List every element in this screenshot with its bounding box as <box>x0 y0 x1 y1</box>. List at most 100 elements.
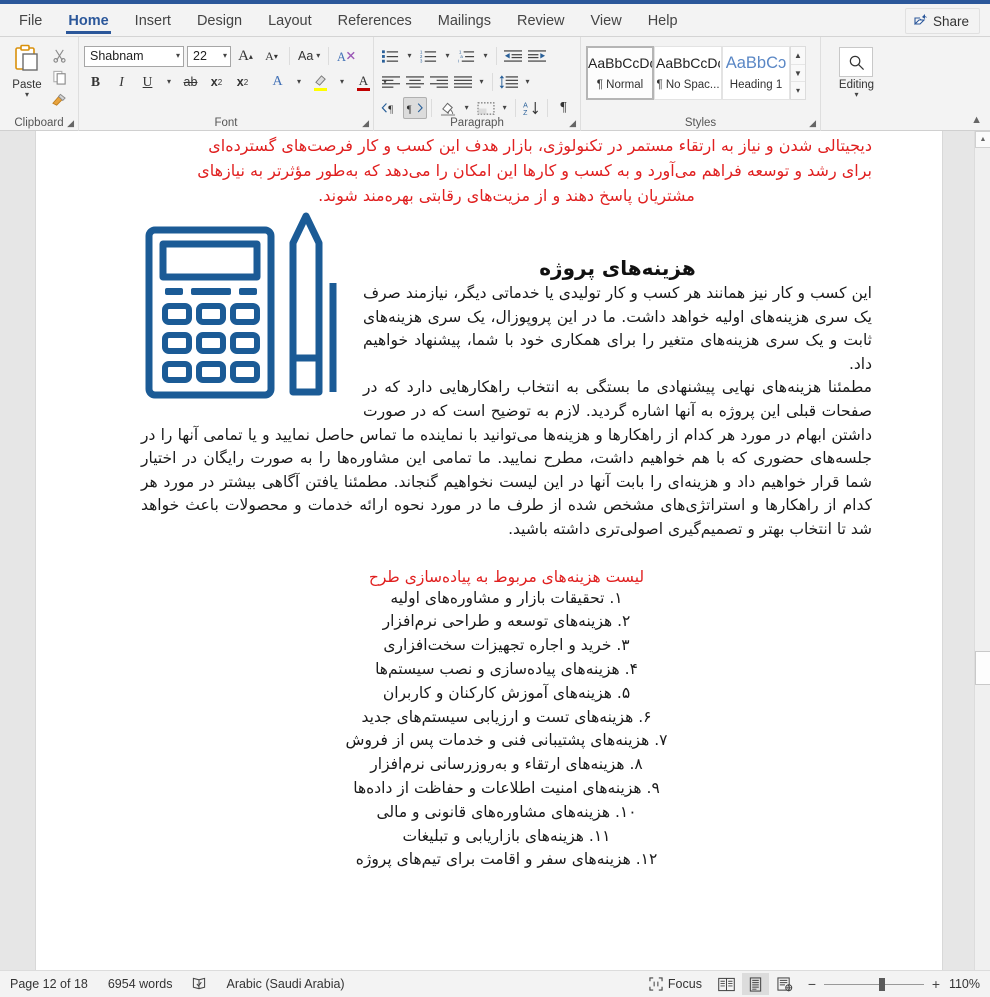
align-left-button[interactable] <box>379 71 402 93</box>
style-no-spacing[interactable]: AaBbCcDc ¶ No Spac... <box>654 46 722 100</box>
tab-view[interactable]: View <box>578 9 635 36</box>
collapse-ribbon-button[interactable]: ▲ <box>971 114 982 126</box>
editing-button[interactable]: Editing ▾ <box>839 41 874 99</box>
multilevel-list-button[interactable]: 1 a i <box>455 45 478 67</box>
numbered-list-icon: 1 2 3 <box>420 49 437 63</box>
subscript-button[interactable]: x2 <box>205 71 228 93</box>
tab-mailings[interactable]: Mailings <box>425 9 504 36</box>
editing-dropdown-arrow[interactable]: ▾ <box>854 91 858 99</box>
shading-dropdown-arrow[interactable]: ▾ <box>460 97 473 119</box>
increase-indent-icon <box>527 50 546 62</box>
borders-dropdown-arrow[interactable]: ▾ <box>498 97 511 119</box>
justify-dropdown-arrow[interactable]: ▾ <box>475 71 488 93</box>
paragraph-dialog-launcher[interactable]: ◢ <box>569 118 576 129</box>
increase-indent-button[interactable] <box>525 45 548 67</box>
tab-help[interactable]: Help <box>635 9 691 36</box>
style-heading-1[interactable]: AaBbCɔ Heading 1 <box>722 46 790 100</box>
font-color-button[interactable]: A <box>352 71 375 93</box>
styles-scroll-down-button[interactable]: ▼ <box>791 65 805 83</box>
show-formatting-marks-button[interactable]: ¶ <box>552 97 575 119</box>
underline-dropdown-arrow[interactable]: ▾ <box>162 71 176 93</box>
clear-formatting-button[interactable]: A <box>335 45 359 67</box>
right-to-left-text-direction-button[interactable]: ¶ <box>403 97 428 119</box>
styles-more-button[interactable]: ▾ <box>791 82 805 99</box>
list-item: ۷. هزینه‌های پشتیبانی فنی و خدمات پس از … <box>345 731 668 750</box>
bullets-button[interactable] <box>379 45 402 67</box>
word-count[interactable]: 6954 words <box>98 971 183 997</box>
bold-button[interactable]: B <box>84 71 107 93</box>
tab-design[interactable]: Design <box>184 9 255 36</box>
proofing-status[interactable] <box>182 971 216 997</box>
tab-references[interactable]: References <box>325 9 425 36</box>
left-to-right-text-direction-button[interactable]: ¶ <box>379 97 402 119</box>
strikethrough-button[interactable]: ab <box>179 71 202 93</box>
align-right-button[interactable] <box>427 71 450 93</box>
shading-icon <box>440 102 455 116</box>
scroll-up-button[interactable]: ▲ <box>975 131 990 148</box>
format-painter-button[interactable] <box>49 90 69 109</box>
style-normal[interactable]: AaBbCcDc ¶ Normal <box>586 46 654 100</box>
multilevel-dropdown-arrow[interactable]: ▾ <box>479 45 492 67</box>
grow-font-label: A <box>238 47 249 64</box>
vertical-scrollbar[interactable]: ▲ <box>974 131 990 970</box>
paste-dropdown-arrow[interactable]: ▾ <box>25 91 29 99</box>
zoom-slider-thumb[interactable] <box>878 977 885 991</box>
language-indicator[interactable]: Arabic (Saudi Arabia) <box>216 971 354 997</box>
superscript-button[interactable]: x2 <box>231 71 254 93</box>
font-dialog-launcher[interactable]: ◢ <box>362 118 369 129</box>
styles-scroll-up-button[interactable]: ▲ <box>791 47 805 65</box>
document-page[interactable]: دیجیتالی شدن و نیاز به ارتقاء مستمر در ت… <box>35 131 943 970</box>
read-mode-button[interactable] <box>713 973 740 995</box>
italic-button[interactable]: I <box>110 71 133 93</box>
numbering-dropdown-arrow[interactable]: ▾ <box>441 45 454 67</box>
svg-text:¶: ¶ <box>407 104 412 115</box>
list-item: ۱۲. هزینه‌های سفر و اقامت برای تیم‌های پ… <box>355 850 658 869</box>
change-case-button[interactable]: Aa ▾ <box>296 45 322 67</box>
tab-layout[interactable]: Layout <box>255 9 325 36</box>
tab-file[interactable]: File <box>6 9 55 36</box>
share-button[interactable]: Share <box>904 8 980 34</box>
clipboard-dialog-launcher[interactable]: ◢ <box>67 118 74 129</box>
zoom-out-button[interactable]: − <box>807 976 817 992</box>
ltr-icon: ¶ <box>381 103 393 115</box>
align-right-icon <box>429 76 448 88</box>
tab-insert[interactable]: Insert <box>122 9 184 36</box>
borders-button[interactable] <box>474 97 497 119</box>
tab-review[interactable]: Review <box>504 9 578 36</box>
web-layout-button[interactable] <box>771 973 798 995</box>
copy-button[interactable] <box>49 68 69 87</box>
tab-home[interactable]: Home <box>55 9 121 36</box>
decrease-indent-button[interactable] <box>501 45 524 67</box>
search-icon <box>849 55 865 70</box>
line-spacing-button[interactable] <box>497 71 520 93</box>
cut-button[interactable] <box>49 46 69 65</box>
bullets-dropdown-arrow[interactable]: ▾ <box>403 45 416 67</box>
numbering-button[interactable]: 1 2 3 <box>417 45 440 67</box>
font-name-combobox[interactable]: Shabnam ▾ <box>84 45 184 67</box>
document-area: دیجیتالی شدن و نیاز به ارتقاء مستمر در ت… <box>0 131 990 970</box>
shrink-font-button[interactable]: A ▾ <box>260 45 283 67</box>
underline-button[interactable]: U <box>136 71 159 93</box>
justify-button[interactable] <box>451 71 474 93</box>
line-spacing-dropdown-arrow[interactable]: ▾ <box>521 71 534 93</box>
sort-button[interactable]: A Z <box>520 97 543 119</box>
align-center-button[interactable] <box>403 71 426 93</box>
zoom-slider-track[interactable] <box>823 977 924 991</box>
paste-button[interactable]: Paste ▾ <box>5 43 49 109</box>
highlight-dropdown-arrow[interactable]: ▾ <box>335 71 349 93</box>
text-effects-dropdown-arrow[interactable]: ▾ <box>292 71 306 93</box>
shading-button[interactable] <box>436 97 459 119</box>
page-indicator[interactable]: Page 12 of 18 <box>0 971 98 997</box>
styles-dialog-launcher[interactable]: ◢ <box>809 118 816 129</box>
zoom-level-label[interactable]: 110% <box>949 977 990 991</box>
print-layout-button[interactable] <box>741 973 769 995</box>
read-mode-icon <box>718 977 735 991</box>
text-effects-button[interactable]: A <box>266 71 289 93</box>
font-size-combobox[interactable]: 22 ▾ <box>187 45 231 67</box>
grow-font-button[interactable]: A ▴ <box>234 45 257 67</box>
style-name: ¶ No Spac... <box>656 79 720 91</box>
zoom-in-button[interactable]: + <box>931 976 941 992</box>
text-highlight-button[interactable] <box>309 71 332 93</box>
scrollbar-thumb[interactable] <box>975 651 990 685</box>
focus-mode-button[interactable]: Focus <box>639 971 712 997</box>
